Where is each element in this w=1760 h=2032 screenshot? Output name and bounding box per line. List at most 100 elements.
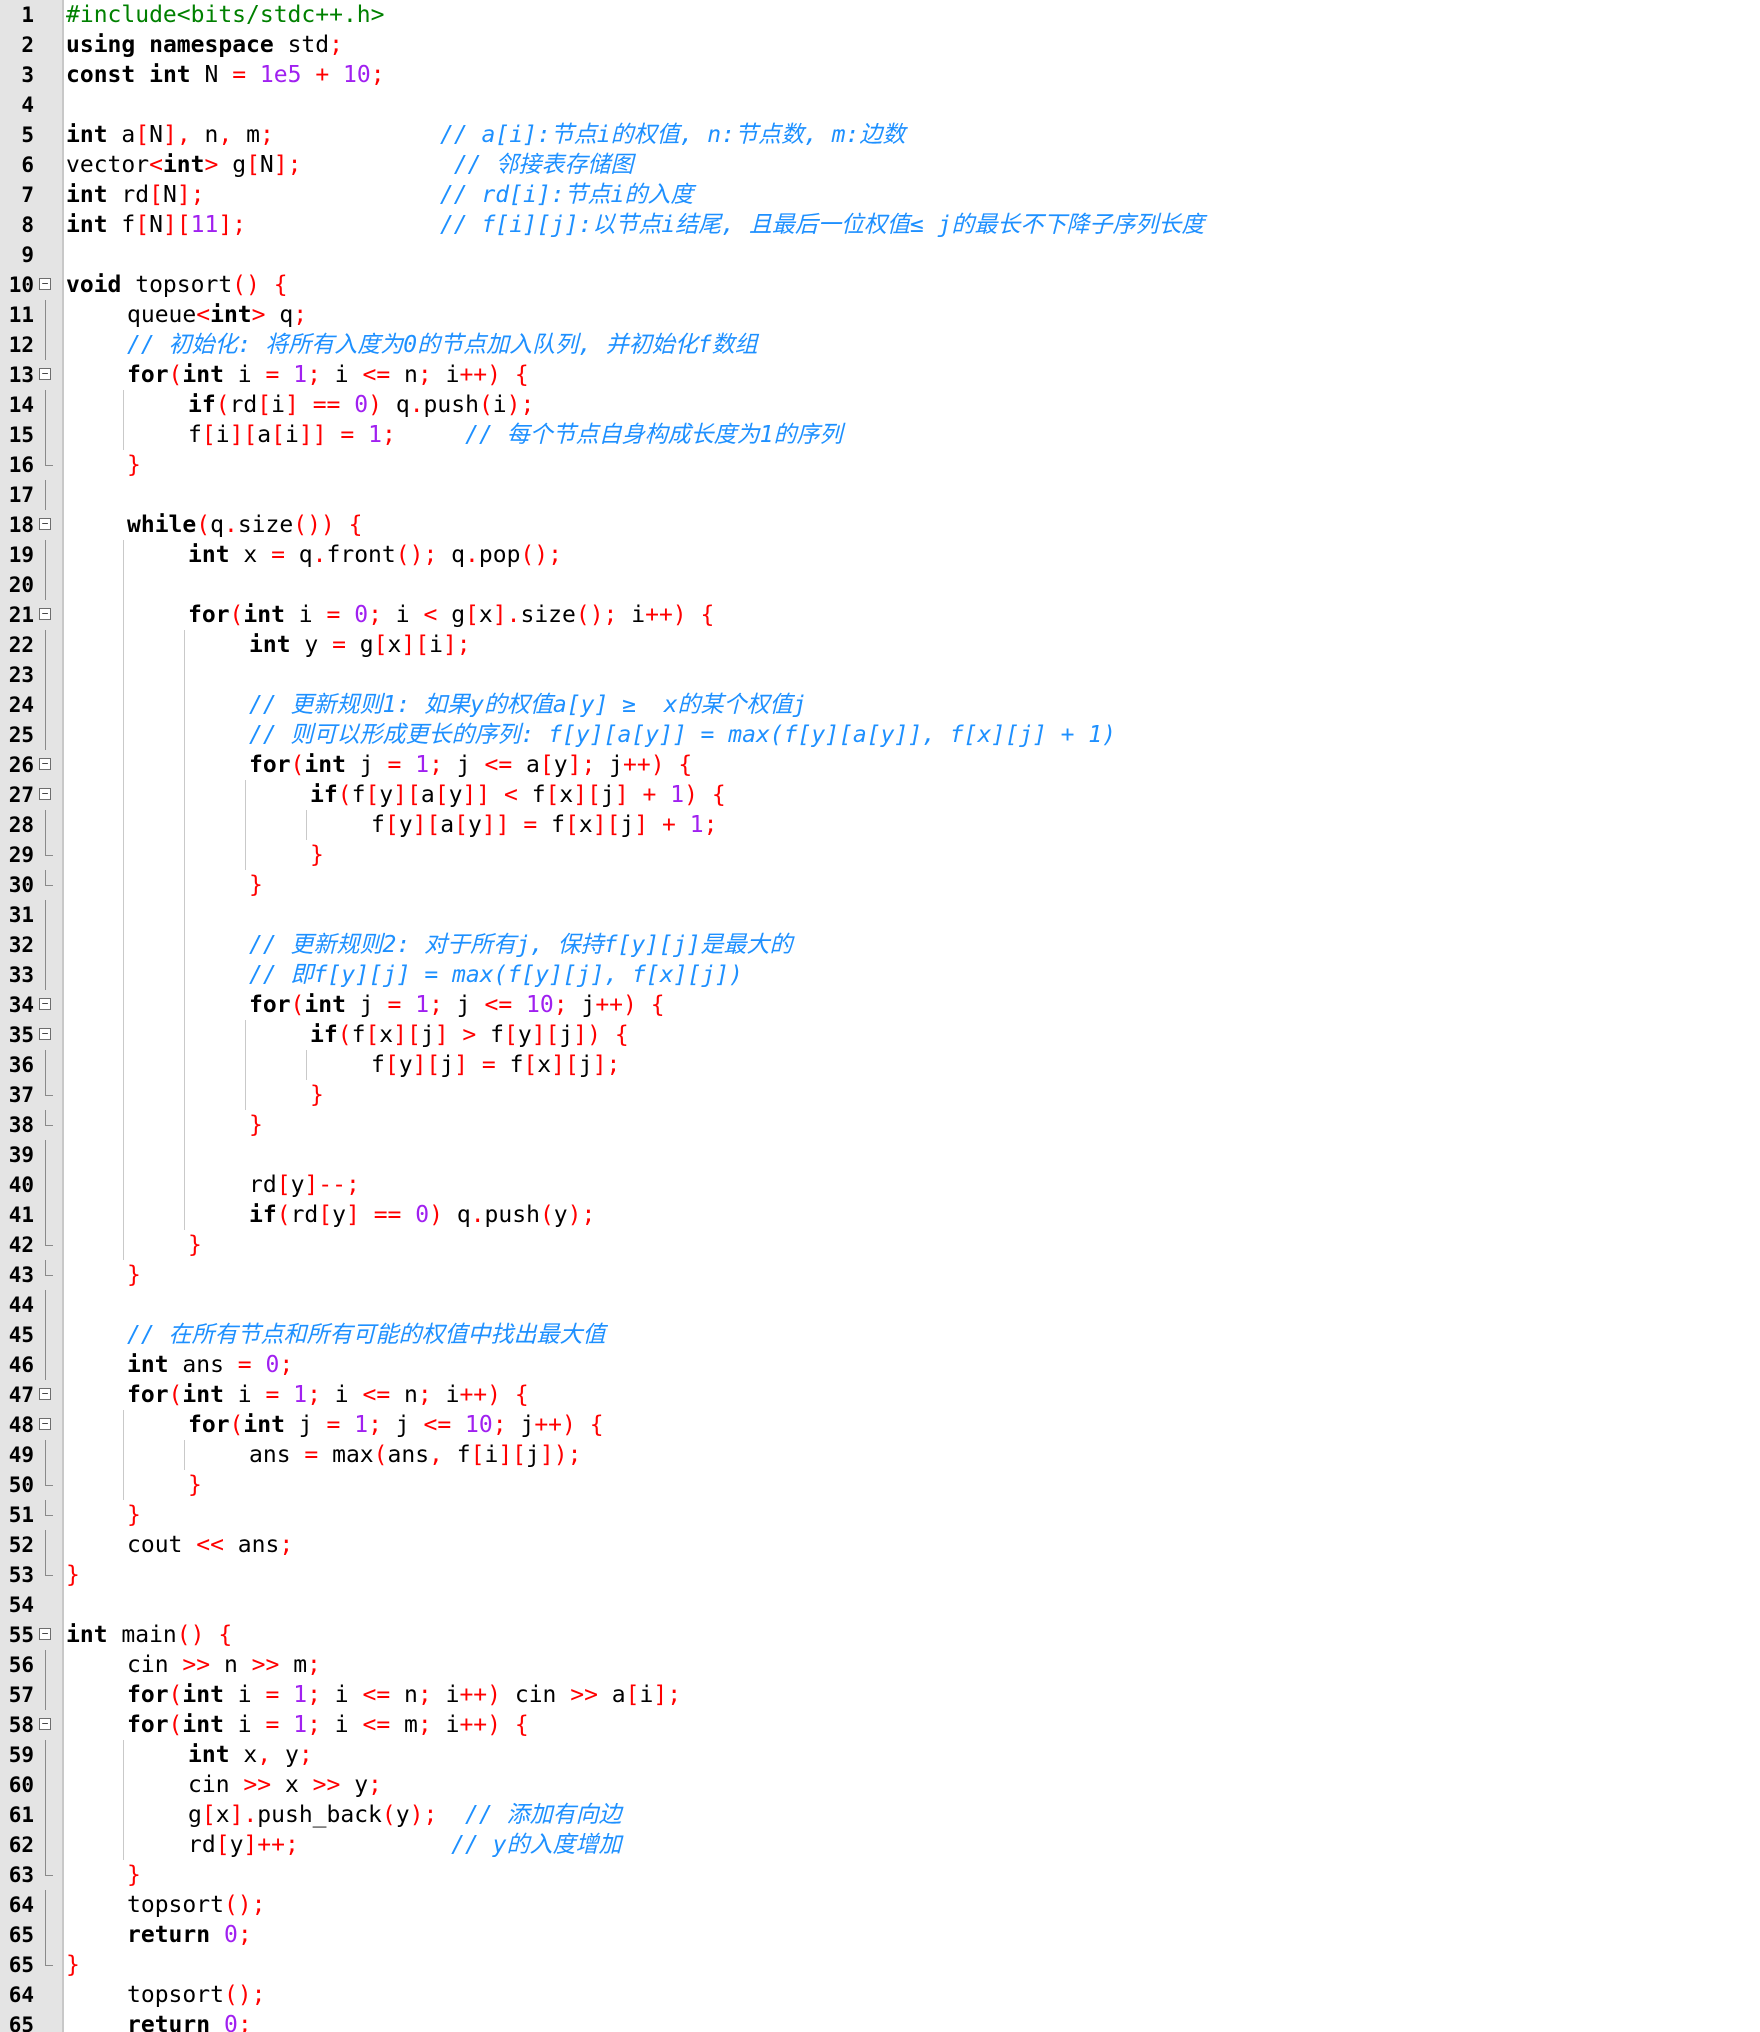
code-line[interactable]: 63} [0,1860,1760,1890]
code-line[interactable]: 39 [0,1140,1760,1170]
code-text: cin >> x >> y; [188,1770,382,1800]
fold-end-line [45,840,46,855]
code-line[interactable]: 43} [0,1260,1760,1290]
code-line[interactable]: 33 // 即f[y][j] = max(f[y][j], f[x][j]) [0,960,1760,990]
code-line[interactable]: 42} [0,1230,1760,1260]
code-line[interactable]: 55− int main() { [0,1620,1760,1650]
code-line[interactable]: 5 int a[N], n, m; // a[i]:节点i的权值, n:节点数, … [0,120,1760,150]
fold-toggle-icon[interactable]: − [39,1418,51,1430]
code-line[interactable]: 8 int f[N][11]; // f[i][j]:以节点i结尾, 且最后一位权… [0,210,1760,240]
token-cm: // 邻接表存储图 [453,152,634,178]
fold-end-tick [45,1515,53,1516]
code-line[interactable]: 64 topsort(); [0,1890,1760,1920]
token-op: { [700,602,715,628]
code-line[interactable]: 48− for(int j = 1; j <= 10; j++) { [0,1410,1760,1440]
fold-line [45,1890,46,1920]
code-line[interactable]: 54 [0,1590,1760,1620]
code-line[interactable]: 57 for(int i = 1; i <= n; i++) cin >> a[i… [0,1680,1760,1710]
code-line[interactable]: 59 int x, y; [0,1740,1760,1770]
code-line[interactable]: 60 cin >> x >> y; [0,1770,1760,1800]
code-line[interactable]: 20 [0,570,1760,600]
code-line[interactable]: 9 [0,240,1760,270]
code-line[interactable]: 46 int ans = 0; [0,1350,1760,1380]
code-line[interactable]: 29} [0,840,1760,870]
code-line[interactable]: 50} [0,1470,1760,1500]
code-line[interactable]: 7 int rd[N]; // rd[i]:节点i的入度 [0,180,1760,210]
code-line[interactable]: 30} [0,870,1760,900]
fold-toggle-icon[interactable]: − [39,1028,51,1040]
code-line[interactable]: 35− if(f[x][j] > f[y][j]) { [0,1020,1760,1050]
code-line[interactable]: 47− for(int i = 1; i <= n; i++) { [0,1380,1760,1410]
code-line[interactable]: 25 // 则可以形成更长的序列: f[y][a[y]] = max(f[y][a… [0,720,1760,750]
fold-toggle-icon[interactable]: − [39,788,51,800]
code-line[interactable]: 41 if(rd[y] == 0) q.push(y); [0,1200,1760,1230]
code-line[interactable]: 13− for(int i = 1; i <= n; i++) { [0,360,1760,390]
indent-guide [184,1440,185,1470]
code-line[interactable]: 40 rd[y]--; [0,1170,1760,1200]
token-cm: // 更新规则2: 对于所有j, 保持f[y][j]是最大的 [249,932,793,958]
code-line[interactable]: 52 cout << ans; [0,1530,1760,1560]
token-op: [ [434,782,449,808]
code-line[interactable]: 53} [0,1560,1760,1590]
code-line[interactable]: 17 [0,480,1760,510]
code-line[interactable]: 1 #include<bits/stdc++.h> [0,0,1760,30]
code-line[interactable]: 37} [0,1080,1760,1110]
code-line[interactable]: 3 const int N = 1e5 + 10; [0,60,1760,90]
token-op: [ [276,1172,291,1198]
code-line[interactable]: 45 // 在所有节点和所有可能的权值中找出最大值 [0,1320,1760,1350]
code-line[interactable]: 38} [0,1110,1760,1140]
code-line[interactable]: 27− if(f[y][a[y]] < f[x][j] + 1) { [0,780,1760,810]
code-line[interactable]: 14 if(rd[i] == 0) q.push(i); [0,390,1760,420]
code-line[interactable]: 56 cin >> n >> m; [0,1650,1760,1680]
code-line[interactable]: 23 [0,660,1760,690]
code-line[interactable]: 51} [0,1500,1760,1530]
code-line[interactable]: 21− for(int i = 0; i < g[x].size(); i++) … [0,600,1760,630]
code-line[interactable]: 4 [0,90,1760,120]
code-line[interactable]: 65 return 0; [0,1920,1760,1950]
fold-line [45,1350,46,1380]
token-plain: x [215,1802,230,1828]
code-line[interactable]: 26− for(int j = 1; j <= a[y]; j++) { [0,750,1760,780]
code-line[interactable]: 6 vector<int> g[N]; // 邻接表存储图 [0,150,1760,180]
fold-toggle-icon[interactable]: − [39,518,51,530]
code-line[interactable]: 34− for(int j = 1; j <= 10; j++) { [0,990,1760,1020]
code-line[interactable]: 44 [0,1290,1760,1320]
code-line[interactable]: 65 return 0; [0,2010,1760,2032]
code-editor[interactable]: 1 #include<bits/stdc++.h> 2 using namespace… [0,0,1760,2032]
code-line[interactable]: 16} [0,450,1760,480]
token-plain: x [387,632,402,658]
token-op: } [127,1862,141,1888]
code-line[interactable]: 62 rd[y]++; // y的入度增加 [0,1830,1760,1860]
code-line[interactable]: 31 [0,900,1760,930]
code-line[interactable]: 12 // 初始化: 将所有入度为0的节点加入队列, 并初始化f数组 [0,330,1760,360]
fold-toggle-icon[interactable]: − [39,1388,51,1400]
code-line[interactable]: 49 ans = max(ans, f[i][j]); [0,1440,1760,1470]
fold-toggle-icon[interactable]: − [39,1718,51,1730]
token-plain: main [107,1622,177,1648]
code-line[interactable]: 32 // 更新规则2: 对于所有j, 保持f[y][j]是最大的 [0,930,1760,960]
code-line[interactable]: 65} [0,1950,1760,1980]
code-line[interactable]: 24 // 更新规则1: 如果y的权值a[y] ≥ x的某个权值j [0,690,1760,720]
code-line[interactable]: 11 queue<int> q; [0,300,1760,330]
fold-toggle-icon[interactable]: − [39,758,51,770]
code-line[interactable]: 36 f[y][j] = f[x][j]; [0,1050,1760,1080]
code-line[interactable]: 28 f[y][a[y]] = f[x][j] + 1; [0,810,1760,840]
code-line[interactable]: 10− void topsort() { [0,270,1760,300]
fold-toggle-icon[interactable]: − [39,998,51,1010]
code-line[interactable]: 58− for(int i = 1; i <= m; i++) { [0,1710,1760,1740]
code-line[interactable]: 2 using namespace std; [0,30,1760,60]
fold-toggle-icon[interactable]: − [39,1628,51,1640]
code-line[interactable]: 18− while(q.size()) { [0,510,1760,540]
fold-toggle-icon[interactable]: − [39,368,51,380]
fold-toggle-icon[interactable]: − [39,608,51,620]
code-line[interactable]: 15 f[i][a[i]] = 1; // 每个节点自身构成长度为1的序列 [0,420,1760,450]
token-op: ( [215,392,230,418]
code-line[interactable]: 64 topsort(); [0,1980,1760,2010]
code-line[interactable]: 19 int x = q.front(); q.pop(); [0,540,1760,570]
token-kw: if [310,1022,338,1048]
code-line[interactable]: 22 int y = g[x][i]; [0,630,1760,660]
fold-toggle-icon[interactable]: − [39,278,51,290]
code-line[interactable]: 61 g[x].push_back(y); // 添加有向边 [0,1800,1760,1830]
